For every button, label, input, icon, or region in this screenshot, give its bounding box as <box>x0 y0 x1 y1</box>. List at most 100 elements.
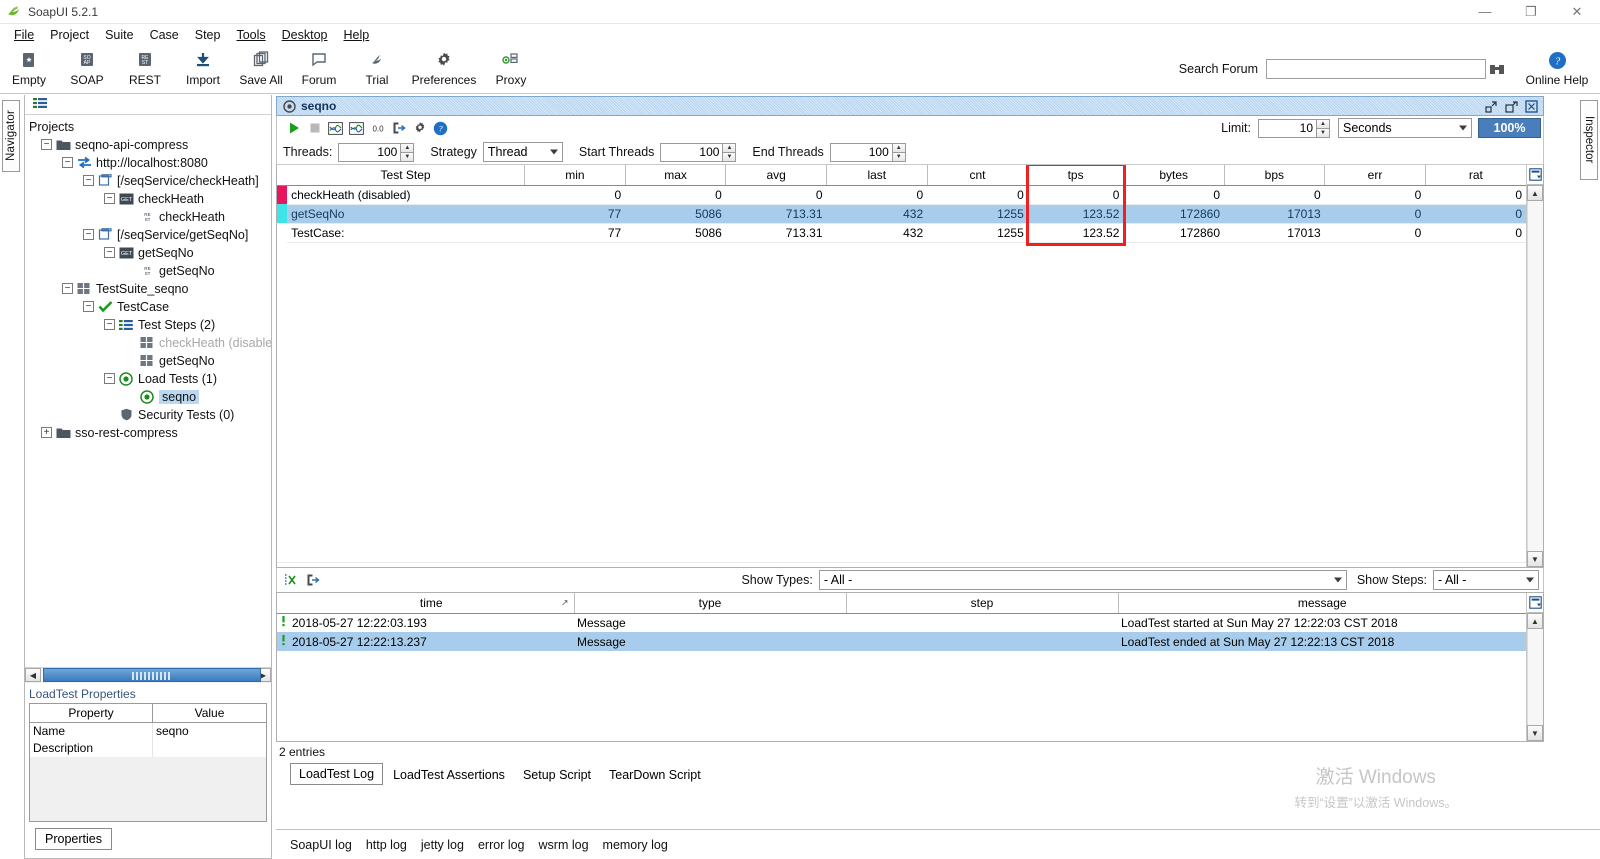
statistics-column-header-avg[interactable]: avg <box>725 165 827 186</box>
statistics-column-header-bytes[interactable]: bytes <box>1123 165 1225 186</box>
app-log-tab-memory-log[interactable]: memory log <box>603 838 668 852</box>
limit-spinner[interactable]: ▲ ▼ <box>1258 118 1330 138</box>
proxy-button[interactable]: Proxy <box>482 46 540 92</box>
tree-item-seqservice-checkheath[interactable]: − [/seqService/checkHeath] <box>27 172 271 190</box>
log-column-header-message[interactable]: message <box>1118 593 1526 614</box>
loadtest-tab-loadtest-log[interactable]: LoadTest Log <box>290 763 384 785</box>
limit-spinner-up-icon[interactable]: ▲ <box>1316 118 1330 128</box>
statistics-column-header-tps[interactable]: tps <box>1027 165 1124 186</box>
log-column-header-time[interactable]: time ↗ <box>289 593 575 614</box>
app-log-tab-wsrm-log[interactable]: wsrm log <box>539 838 589 852</box>
collapse-node-icon[interactable]: − <box>104 373 115 385</box>
statistics-table[interactable]: Test Step min max avg last cnt tps bytes bps err r… <box>277 165 1526 563</box>
menu-desktop[interactable]: Desktop <box>274 26 336 44</box>
loadtest-properties-table[interactable]: Property Value Name seqno Description <box>29 702 267 822</box>
table-options-icon[interactable] <box>1527 165 1543 185</box>
show-types-combo[interactable]: - All - <box>818 570 1347 590</box>
log-column-header-step[interactable]: step <box>846 593 1119 614</box>
log-table-body[interactable]: 2018-05-27 12:22:03.193 Message LoadTest s… <box>277 613 1526 741</box>
threads-spinner-up-icon[interactable]: ▲ <box>400 142 415 152</box>
restore-down-icon[interactable] <box>1484 99 1498 113</box>
import-project-button[interactable]: Import <box>174 46 232 92</box>
trial-button[interactable]: Trial <box>348 46 406 92</box>
tree-item-seqservice-getseqno[interactable]: − [/seqService/getSeqNo] <box>27 226 271 244</box>
log-vertical-scrollbar[interactable]: ▲ ▼ <box>1526 593 1543 741</box>
export-log-icon[interactable] <box>302 570 323 590</box>
statistics-column-header-min[interactable]: min <box>524 165 626 186</box>
loadtest-tab-loadtest-assertions[interactable]: LoadTest Assertions <box>385 765 513 785</box>
new-rest-project-button[interactable]: RE ST REST <box>116 46 174 92</box>
log-row[interactable]: 2018-05-27 12:22:03.193 Message LoadTest s… <box>277 613 1526 632</box>
properties-row-name[interactable]: Name seqno <box>30 722 266 740</box>
new-empty-project-button[interactable]: Empty <box>0 46 58 92</box>
loadtest-tab-teardown-script[interactable]: TearDown Script <box>601 765 709 785</box>
menu-file[interactable]: File <box>6 26 42 44</box>
properties-row-description[interactable]: Description <box>30 739 266 757</box>
loadtest-log-table[interactable]: time ↗ type step message 2018-05-27 12:22:03… <box>277 593 1526 741</box>
collapse-node-icon[interactable]: − <box>104 247 115 259</box>
statistics-graph-icon[interactable] <box>325 118 346 138</box>
collapse-node-icon[interactable]: − <box>62 283 73 295</box>
collapse-node-icon[interactable]: − <box>104 193 115 205</box>
binoculars-icon[interactable] <box>1486 59 1508 79</box>
app-log-tab-http-log[interactable]: http log <box>366 838 407 852</box>
limit-spinner-buttons[interactable]: ▲ ▼ <box>1316 118 1330 138</box>
tree-item-getseqno[interactable]: − GET getSeqNo <box>27 244 271 262</box>
project-tree[interactable]: Projects − seqno-api-compress − http://loca… <box>25 114 271 667</box>
statistics-table-viewport[interactable]: Test Step min max avg last cnt tps bytes bps err r… <box>277 165 1526 567</box>
menu-help[interactable]: Help <box>336 26 378 44</box>
forum-button[interactable]: Forum <box>290 46 348 92</box>
online-help-button[interactable]: ? Online Help <box>1514 46 1600 92</box>
app-log-tab-soapui-log[interactable]: SoapUI log <box>290 838 352 852</box>
close-panel-icon[interactable] <box>1524 99 1538 113</box>
scroll-left-arrow-icon[interactable]: ◀ <box>25 668 41 683</box>
start-threads-spinner-down-icon[interactable]: ▼ <box>722 151 737 162</box>
collapse-node-icon[interactable]: − <box>104 319 115 331</box>
tree-item-testsuite-seqno[interactable]: − TestSuite_seqno <box>27 280 271 298</box>
statistics-row[interactable]: getSeqNo 77 5086 713.31 432 1255 123.52 172860 1… <box>277 204 1526 224</box>
statistics-vertical-scrollbar[interactable]: ▲ ▼ <box>1526 165 1543 567</box>
clear-log-icon[interactable] <box>281 570 302 590</box>
stop-icon[interactable] <box>304 118 325 138</box>
start-threads-spinner-buttons[interactable]: ▲ ▼ <box>722 142 737 162</box>
start-threads-spinner-up-icon[interactable]: ▲ <box>722 142 737 152</box>
tree-options-icon[interactable] <box>33 97 49 112</box>
export-statistics-icon[interactable] <box>388 118 409 138</box>
tree-item-security-tests-0[interactable]: Security Tests (0) <box>27 406 271 424</box>
log-column-header-type[interactable]: type <box>574 593 847 614</box>
log-scroll-down-arrow-icon[interactable]: ▼ <box>1527 725 1543 741</box>
collapse-node-icon[interactable]: − <box>83 175 94 187</box>
statistics-vscroll-track[interactable] <box>1527 201 1543 551</box>
menu-suite[interactable]: Suite <box>97 26 142 44</box>
maximize-panel-icon[interactable] <box>1504 99 1518 113</box>
limit-spinner-down-icon[interactable]: ▼ <box>1316 127 1330 138</box>
end-threads-spinner-up-icon[interactable]: ▲ <box>891 142 906 152</box>
minimize-button[interactable]: — <box>1462 0 1508 24</box>
menu-case[interactable]: Case <box>142 26 187 44</box>
end-threads-spinner[interactable]: ▲ ▼ <box>829 142 906 162</box>
properties-tab-button[interactable]: Properties <box>35 828 112 850</box>
statistics-column-header-rat[interactable]: rat <box>1425 165 1526 186</box>
navigator-side-tab[interactable]: Navigator <box>2 100 20 172</box>
hscroll-track[interactable] <box>41 668 261 683</box>
end-threads-input[interactable] <box>829 142 892 162</box>
statistics-table-body[interactable]: checkHeath (disabled) 0 0 0 0 0 0 0 0 0 0 getSeqNo 7… <box>277 185 1526 563</box>
log-scroll-up-arrow-icon[interactable]: ▲ <box>1527 613 1543 629</box>
threads-spinner[interactable]: ▲ ▼ <box>338 142 415 162</box>
end-threads-spinner-down-icon[interactable]: ▼ <box>891 151 906 162</box>
threads-spinner-down-icon[interactable]: ▼ <box>400 151 415 162</box>
expand-node-icon[interactable]: + <box>41 427 52 439</box>
tree-horizontal-scrollbar[interactable]: ◀ ▶ <box>25 666 271 683</box>
log-table-viewport[interactable]: time ↗ type step message 2018-05-27 12:22:03… <box>277 593 1526 741</box>
start-threads-input[interactable] <box>660 142 723 162</box>
statistics-row[interactable]: checkHeath (disabled) 0 0 0 0 0 0 0 0 0 0 <box>277 185 1526 205</box>
statistics-column-header-test-step[interactable]: Test Step <box>287 165 526 186</box>
properties-cell-description-value[interactable] <box>153 740 266 757</box>
collapse-node-icon[interactable]: − <box>62 157 73 169</box>
menu-tools[interactable]: Tools <box>228 26 273 44</box>
show-steps-combo[interactable]: - All - <box>1433 570 1539 590</box>
limit-input[interactable] <box>1258 118 1316 138</box>
collapse-node-icon[interactable]: − <box>83 301 94 313</box>
save-all-button[interactable]: Save All <box>232 46 290 92</box>
statistics-column-header-cnt[interactable]: cnt <box>927 165 1029 186</box>
